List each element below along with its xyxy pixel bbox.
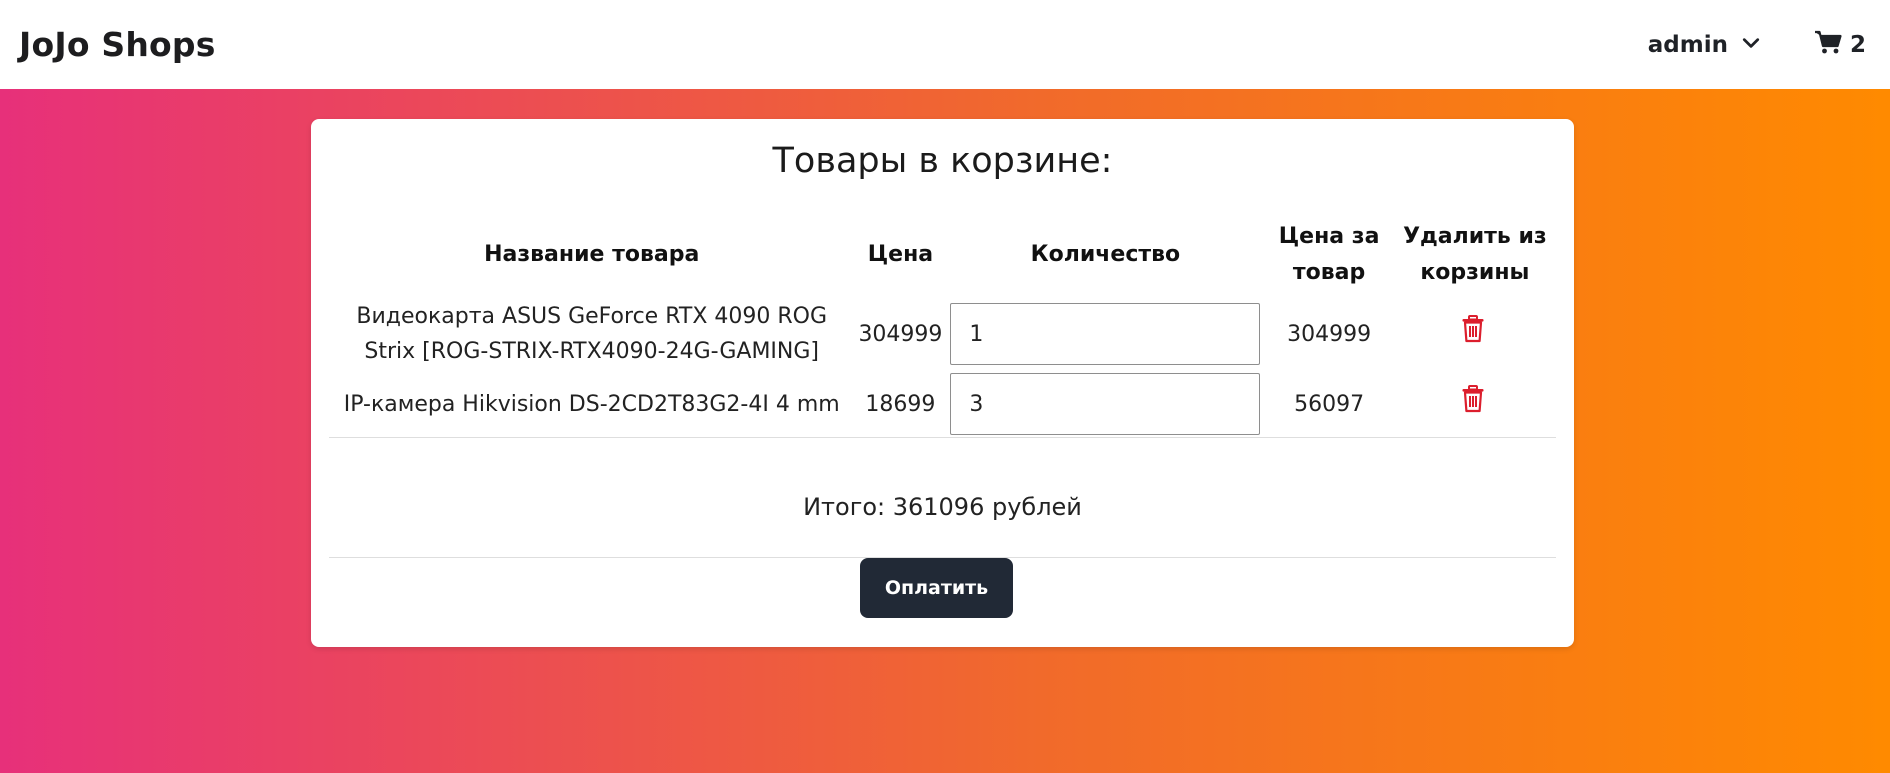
header-unit-total: Цена за товар	[1278, 224, 1380, 285]
chevron-down-icon	[1742, 32, 1760, 58]
delete-cell	[1393, 371, 1556, 438]
header-price: Цена	[867, 242, 934, 267]
product-name: IP-камера Hikvision DS-2CD2T83G2-4I 4 mm	[329, 371, 855, 438]
header-product-name: Название товара	[484, 242, 700, 267]
quantity-input[interactable]	[950, 303, 1261, 365]
cart-card: Товары в корзине: Название товара Цена К…	[311, 119, 1574, 647]
pay-button[interactable]: Оплатить	[860, 558, 1013, 618]
cart-count: 2	[1849, 31, 1866, 58]
table-row: Видеокарта ASUS GeForce RTX 4090 ROG Str…	[329, 297, 1556, 371]
navbar: JoJo Shops admin 2	[0, 0, 1890, 89]
product-price: 18699	[854, 371, 947, 438]
quantity-input[interactable]	[950, 373, 1261, 435]
product-name: Видеокарта ASUS GeForce RTX 4090 ROG Str…	[356, 304, 828, 364]
page-title: Товары в корзине:	[772, 141, 1113, 181]
product-unit-total: 56097	[1264, 371, 1394, 438]
header-quantity: Количество	[1030, 242, 1181, 267]
trash-icon[interactable]	[1461, 314, 1489, 343]
product-unit-total: 304999	[1287, 321, 1372, 347]
cart-icon	[1814, 29, 1842, 61]
cart-table: Название товара Цена Количество Цена за …	[329, 215, 1556, 438]
table-row: IP-камера Hikvision DS-2CD2T83G2-4I 4 mm…	[329, 371, 1556, 438]
user-menu-dropdown[interactable]: admin	[1648, 32, 1760, 58]
navbar-right: admin 2	[1648, 29, 1866, 61]
brand-logo[interactable]: JoJo Shops	[19, 25, 216, 64]
quantity-cell	[946, 371, 1265, 438]
table-header-row: Название товара Цена Количество Цена за …	[329, 215, 1556, 297]
user-name: admin	[1647, 31, 1728, 58]
quantity-cell	[946, 297, 1264, 371]
cart-link[interactable]: 2	[1814, 29, 1866, 61]
delete-cell	[1394, 297, 1556, 371]
cart-total: Итого: 361096 рублей	[803, 493, 1082, 521]
product-price: 304999	[858, 321, 943, 347]
trash-icon[interactable]	[1461, 384, 1489, 413]
header-delete: Удалить из корзины	[1403, 224, 1547, 285]
